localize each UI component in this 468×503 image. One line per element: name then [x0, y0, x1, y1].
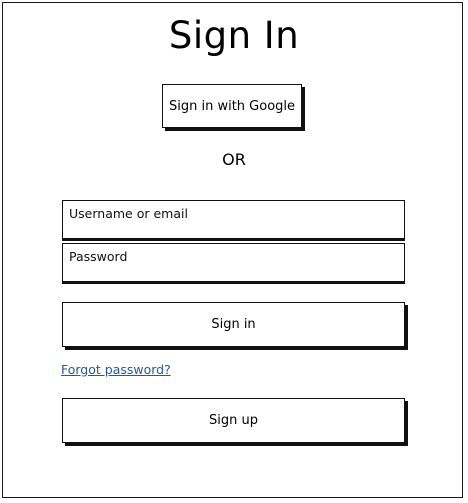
page-title: Sign In	[168, 14, 300, 57]
or-separator: OR	[222, 150, 246, 169]
username-email-field[interactable]: Username or email	[62, 200, 405, 239]
username-placeholder: Username or email	[69, 206, 188, 221]
password-field[interactable]: Password	[62, 243, 405, 282]
forgot-password-link[interactable]: Forgot password?	[61, 362, 171, 378]
sign-in-label: Sign in	[211, 317, 256, 332]
sign-in-with-google-button[interactable]: Sign in with Google	[162, 84, 302, 128]
sign-in-button[interactable]: Sign in	[62, 302, 405, 347]
google-button-label: Sign in with Google	[168, 98, 296, 114]
sign-up-label: Sign up	[209, 413, 258, 428]
password-placeholder: Password	[69, 249, 128, 264]
sign-up-button[interactable]: Sign up	[62, 398, 405, 443]
